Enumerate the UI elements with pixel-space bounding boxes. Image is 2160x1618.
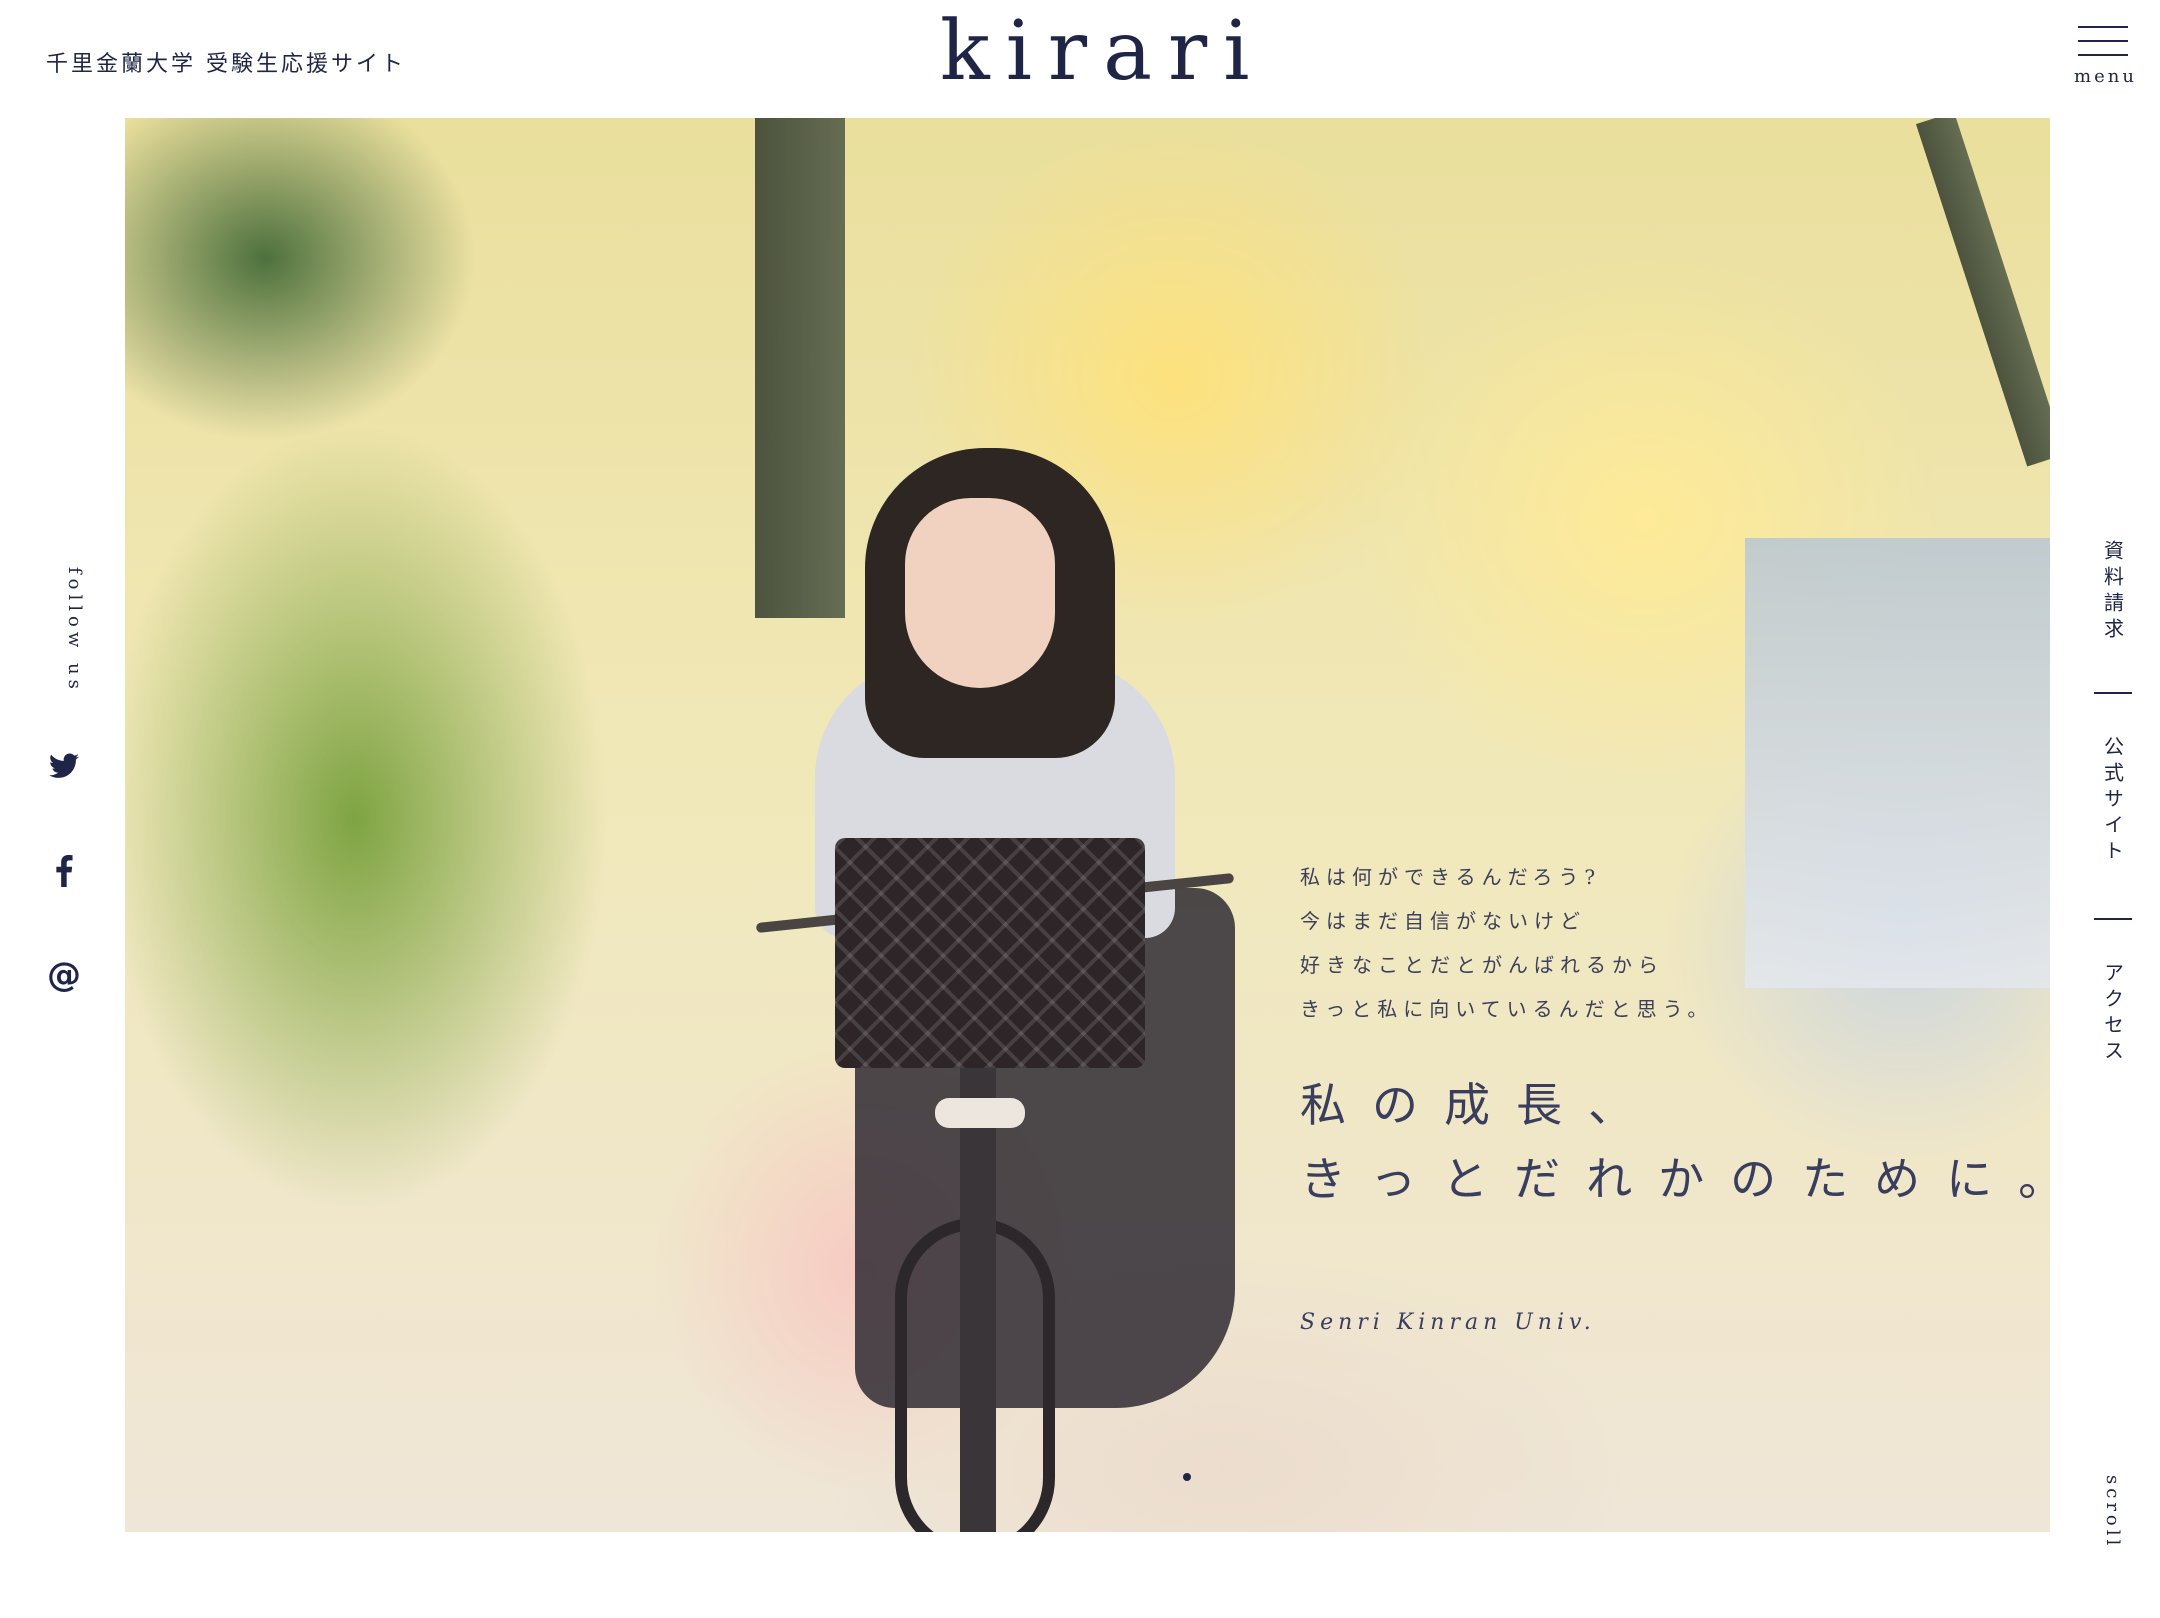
university-name: Senri Kinran Univ. bbox=[1300, 1310, 1596, 1335]
menu-button[interactable]: menu bbox=[2074, 26, 2137, 94]
side-nav: 資料請求 公式サイト アクセス bbox=[2092, 540, 2134, 1072]
twitter-icon[interactable] bbox=[46, 748, 82, 784]
at-glyph: @ bbox=[47, 955, 81, 995]
hero-sub-copy: 私は何ができるんだろう? 今はまだ自信がないけど 好きなことだとがんばれるから … bbox=[1300, 855, 1713, 1031]
tree-trunk bbox=[1915, 118, 2050, 467]
menu-label: menu bbox=[2074, 66, 2137, 87]
hamburger-icon-bar bbox=[2078, 26, 2128, 28]
sub-copy-line: きっと私に向いているんだと思う。 bbox=[1300, 997, 1714, 1021]
hero-main-copy: 私の成長、 きっとだれかのために。 bbox=[1300, 1068, 2090, 1216]
cyclist-figure bbox=[745, 328, 1305, 1532]
side-nav-access[interactable]: アクセス bbox=[2099, 962, 2128, 1072]
mail-icon[interactable]: @ bbox=[46, 957, 82, 993]
hamburger-icon-bar bbox=[2078, 54, 2128, 56]
scroll-indicator[interactable]: scroll bbox=[2102, 1475, 2123, 1549]
hamburger-icon-bar bbox=[2078, 40, 2128, 42]
sub-copy-line: 今はまだ自信がないけど bbox=[1300, 909, 1586, 933]
slide-indicator-dot[interactable] bbox=[1183, 1473, 1191, 1481]
follow-us-label: follow us bbox=[64, 567, 85, 694]
facebook-icon[interactable] bbox=[46, 853, 82, 889]
nav-divider bbox=[2094, 692, 2132, 694]
nav-divider bbox=[2094, 918, 2132, 920]
main-copy-line: 私の成長、 bbox=[1300, 1078, 1660, 1132]
site-name: 千里金蘭大学 受験生応援サイト bbox=[46, 52, 406, 77]
building-background bbox=[1745, 538, 2050, 988]
side-nav-official-site[interactable]: 公式サイト bbox=[2099, 736, 2128, 876]
sub-copy-line: 好きなことだとがんばれるから bbox=[1300, 953, 1664, 977]
side-nav-document-request[interactable]: 資料請求 bbox=[2099, 540, 2128, 658]
sub-copy-line: 私は何ができるんだろう? bbox=[1300, 865, 1602, 889]
hero-image bbox=[125, 118, 2050, 1532]
logo[interactable]: kirari bbox=[940, 2, 1249, 102]
main-copy-line: きっとだれかのために。 bbox=[1300, 1152, 2091, 1206]
